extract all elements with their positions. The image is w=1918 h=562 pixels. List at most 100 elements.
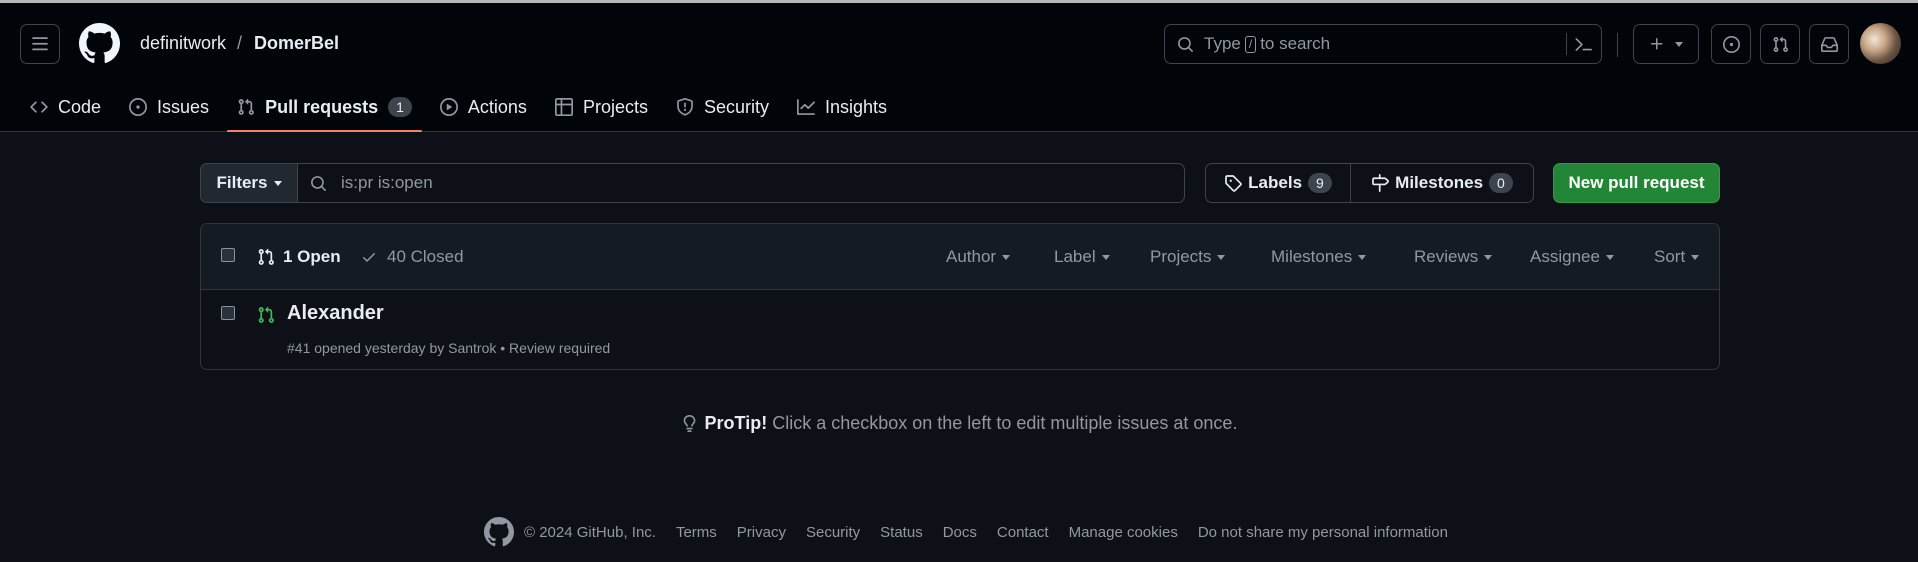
footer-link-docs[interactable]: Docs <box>943 524 977 541</box>
command-palette-icon[interactable] <box>1575 36 1592 53</box>
search-placeholder-suffix: to search <box>1260 34 1331 53</box>
chevron-down-icon <box>1605 254 1614 260</box>
create-new-button[interactable] <box>1633 24 1699 64</box>
protip-text: Click a checkbox on the left to edit mul… <box>772 413 1238 433</box>
milestones-count-badge: 0 <box>1489 173 1513 193</box>
filter-search-group: Filters is:pr is:open <box>200 163 1185 203</box>
pull-request-title-link[interactable]: Alexander <box>287 302 384 325</box>
tab-label: Projects <box>582 96 648 117</box>
footer-link-privacy[interactable]: Privacy <box>737 524 786 541</box>
search-icon <box>311 175 326 191</box>
repo-link[interactable]: DomerBel <box>254 33 339 54</box>
menu-button[interactable] <box>20 24 60 64</box>
chevron-down-icon <box>1358 254 1367 260</box>
owner-link[interactable]: definitwork <box>140 33 226 54</box>
milestones-filter-dropdown[interactable]: Milestones <box>1271 247 1367 267</box>
tab-security[interactable]: Security <box>666 85 779 129</box>
issue-opened-icon <box>129 98 148 116</box>
select-all-checkbox[interactable] <box>221 248 235 262</box>
github-logo[interactable] <box>79 23 120 64</box>
open-count-label: 1 Open <box>283 247 341 266</box>
search-placeholder-prefix: Type <box>1204 34 1241 53</box>
pull-request-meta: #41 opened yesterday by Santrok • Review… <box>287 340 611 356</box>
open-filter-link[interactable]: 1 Open <box>257 247 341 267</box>
git-pull-request-icon <box>258 248 274 265</box>
tab-projects[interactable]: Projects <box>545 85 658 129</box>
filters-label: Filters <box>216 173 268 192</box>
milestones-button[interactable]: Milestones 0 <box>1351 163 1534 203</box>
milestones-filter-label: Milestones <box>1271 247 1353 266</box>
git-pull-request-icon <box>238 98 254 115</box>
new-pull-request-button[interactable]: New pull request <box>1553 163 1720 203</box>
chevron-down-icon <box>1484 254 1493 260</box>
light-bulb-icon <box>683 415 695 432</box>
footer-link-terms[interactable]: Terms <box>676 524 717 541</box>
chevron-down-icon <box>1101 254 1110 260</box>
global-header: definitwork / DomerBel Type / to search … <box>0 3 1918 132</box>
search-input[interactable]: Type / to search <box>1164 24 1602 64</box>
breadcrumb-separator: / <box>237 33 243 53</box>
footer-copyright: © 2024 GitHub, Inc. <box>524 523 656 541</box>
open-pull-request-icon <box>258 306 274 323</box>
code-icon <box>30 101 48 113</box>
shield-icon <box>677 98 693 116</box>
closed-filter-link[interactable]: 40 Closed <box>361 247 464 267</box>
projects-filter-dropdown[interactable]: Projects <box>1150 247 1226 267</box>
reviews-filter-dropdown[interactable]: Reviews <box>1414 247 1493 267</box>
search-shortcut-key: / <box>1244 35 1257 53</box>
tab-label: Issues <box>157 96 210 117</box>
table-icon <box>554 98 573 116</box>
tab-label: Insights <box>825 96 888 117</box>
protip-label: ProTip! <box>704 413 768 433</box>
protip: ProTip! Click a checkbox on the left to … <box>0 413 1918 434</box>
play-icon <box>439 98 458 116</box>
assignee-filter-label: Assignee <box>1530 247 1600 266</box>
milestones-label: Milestones <box>1395 173 1484 192</box>
tab-code[interactable]: Code <box>20 85 111 129</box>
closed-count-label: 40 Closed <box>387 247 464 266</box>
footer-link-do-not-share[interactable]: Do not share my personal information <box>1198 524 1448 541</box>
milestone-icon <box>1372 174 1390 192</box>
sort-dropdown[interactable]: Sort <box>1654 247 1700 267</box>
label-filter-dropdown[interactable]: Label <box>1054 247 1110 267</box>
tab-label: Security <box>703 96 769 117</box>
repo-nav-tabs: Code Issues Pull requests 1 Actions Proj… <box>20 85 905 132</box>
graph-icon <box>797 99 815 115</box>
search-query-text: is:pr is:open <box>341 173 433 192</box>
footer-link-manage-cookies[interactable]: Manage cookies <box>1069 524 1178 541</box>
chevron-down-icon <box>1675 41 1683 47</box>
site-footer: © 2024 GitHub, Inc. Terms Privacy Securi… <box>484 517 1468 547</box>
tab-issues[interactable]: Issues <box>119 85 219 129</box>
label-filter-label: Label <box>1054 247 1096 266</box>
plus-icon <box>1651 38 1663 50</box>
pull-requests-shortcut-button[interactable] <box>1760 24 1800 64</box>
tab-label: Pull requests <box>265 96 379 117</box>
pull-request-count-badge: 1 <box>388 97 412 117</box>
inbox-button[interactable] <box>1809 24 1849 64</box>
tab-actions[interactable]: Actions <box>430 85 537 129</box>
github-mark-icon[interactable] <box>484 517 514 547</box>
footer-link-status[interactable]: Status <box>880 524 923 541</box>
tag-icon <box>1225 175 1242 192</box>
tab-insights[interactable]: Insights <box>787 85 897 129</box>
chevron-down-icon <box>1002 254 1011 260</box>
labels-label: Labels <box>1248 173 1303 192</box>
labels-button[interactable]: Labels 9 <box>1205 163 1351 203</box>
issue-opened-icon <box>1722 35 1740 53</box>
footer-link-security[interactable]: Security <box>806 524 860 541</box>
avatar[interactable] <box>1860 23 1901 64</box>
list-header: 1 Open 40 Closed Author Label Projects M… <box>201 224 1719 290</box>
author-filter-dropdown[interactable]: Author <box>946 247 1011 267</box>
assignee-filter-dropdown[interactable]: Assignee <box>1530 247 1614 267</box>
search-icon <box>1178 36 1193 52</box>
github-mark-icon <box>79 23 120 63</box>
reviews-filter-label: Reviews <box>1414 247 1479 266</box>
issue-search-input[interactable]: is:pr is:open <box>298 163 1185 203</box>
pull-request-checkbox[interactable] <box>221 306 235 320</box>
tab-label: Actions <box>467 96 527 117</box>
pull-request-list: 1 Open 40 Closed Author Label Projects M… <box>200 223 1720 370</box>
filters-dropdown-button[interactable]: Filters <box>200 163 298 203</box>
issues-shortcut-button[interactable] <box>1711 24 1751 64</box>
tab-pull-requests[interactable]: Pull requests 1 <box>227 85 422 132</box>
footer-link-contact[interactable]: Contact <box>997 524 1049 541</box>
